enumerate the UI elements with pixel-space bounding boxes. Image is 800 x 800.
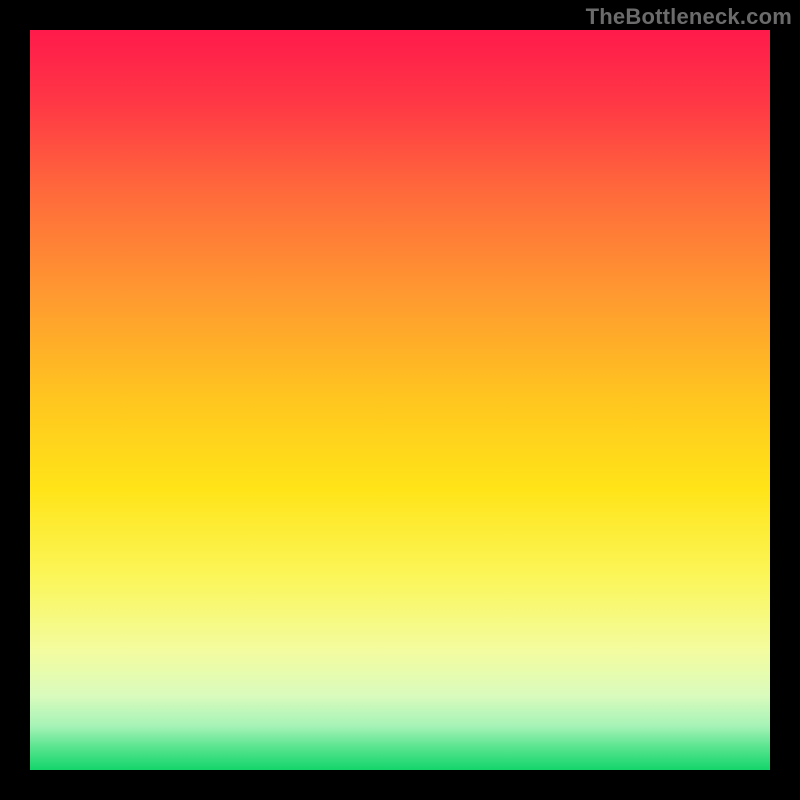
chart-frame: TheBottleneck.com: [0, 0, 800, 800]
background-gradient: [30, 30, 770, 770]
plot-area: [30, 30, 770, 770]
watermark-label: TheBottleneck.com: [586, 4, 792, 30]
